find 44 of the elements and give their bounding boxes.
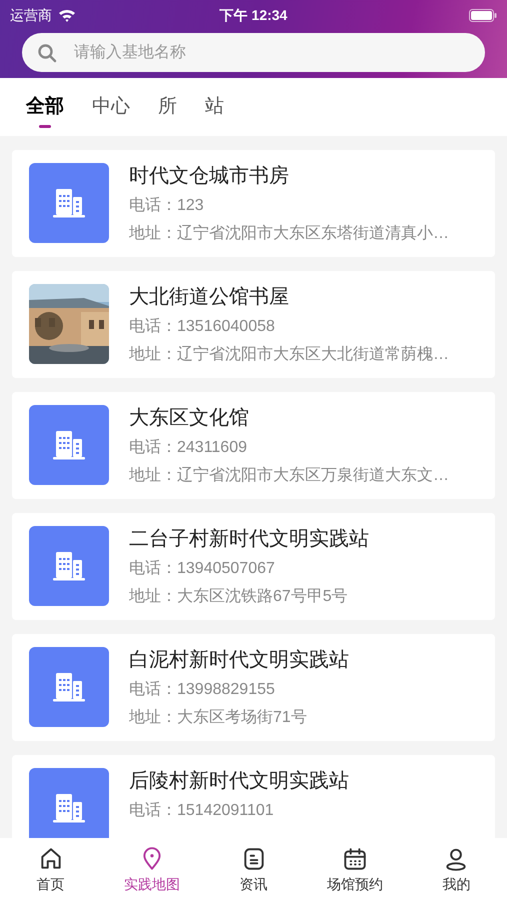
clock-time: 下午 12:34 xyxy=(220,6,288,24)
venue-address: 地址：辽宁省沈阳市大东区东塔街道清真小… xyxy=(129,224,449,244)
venue-name: 大北街道公馆书屋 xyxy=(129,285,290,310)
building-icon xyxy=(52,671,86,703)
venue-name: 时代文仓城市书房 xyxy=(129,164,290,189)
search-field[interactable]: 请输入基地名称 xyxy=(22,33,485,72)
venue-phone: 电话：123 xyxy=(129,196,205,216)
building-icon xyxy=(52,792,86,824)
venue-phone: 电话：13940507067 xyxy=(129,558,276,579)
nav-tab[interactable]: 场馆预约 xyxy=(304,838,406,900)
venue-address: 地址：大东区沈铁路67号甲5号 xyxy=(129,586,349,607)
category-tab[interactable]: 所 xyxy=(158,94,177,130)
nav-tab[interactable]: 实践地图 xyxy=(101,838,203,900)
building-icon xyxy=(52,429,86,461)
venue-card[interactable]: 大北街道公馆书屋 电话：13516040058 地址：辽宁省沈阳市大东区大北街道常荫槐… xyxy=(12,271,495,378)
category-tab[interactable]: 全部 xyxy=(26,94,64,130)
battery-icon xyxy=(469,8,497,22)
nav-tab[interactable]: 首页 xyxy=(0,838,102,900)
venue-address: 地址：辽宁省沈阳市大东区万泉街道大东文… xyxy=(129,466,449,486)
venue-name: 白泥村新时代文明实践站 xyxy=(129,648,349,673)
wifi-icon xyxy=(58,8,76,22)
carrier-label: 运营商 xyxy=(10,6,52,24)
nav-tab[interactable]: 资讯 xyxy=(202,838,304,900)
category-tab[interactable]: 站 xyxy=(205,94,224,130)
venue-card[interactable]: 白泥村新时代文明实践站 电话：13998829155 地址：大东区考场街71号 xyxy=(12,634,495,741)
venue-card[interactable]: 二台子村新时代文明实践站 电话：13940507067 地址：大东区沈铁路67号甲5号 xyxy=(12,513,495,620)
building-icon xyxy=(52,550,86,582)
calendar-icon xyxy=(342,846,368,872)
category-tab[interactable]: 中心 xyxy=(92,94,130,130)
venue-name: 大东区文化馆 xyxy=(129,406,250,431)
venue-phone: 电话：13516040058 xyxy=(129,316,276,337)
venue-card[interactable]: 后陵村新时代文明实践站 电话：15142091101 xyxy=(12,755,495,838)
venue-card[interactable]: 大东区文化馆 电话：24311609 地址：辽宁省沈阳市大东区万泉街道大东文… xyxy=(12,392,495,499)
venue-name: 二台子村新时代文明实践站 xyxy=(129,527,369,552)
venue-address: 地址：辽宁省沈阳市大东区大北街道常荫槐… xyxy=(129,344,449,365)
venue-address: 地址：大东区考场街71号 xyxy=(129,708,308,728)
building-icon xyxy=(52,187,86,219)
venue-name: 后陵村新时代文明实践站 xyxy=(129,769,349,794)
venue-phone: 电话：24311609 xyxy=(129,438,248,458)
venue-phone: 电话：15142091101 xyxy=(129,800,275,821)
venue-phone: 电话：13998829155 xyxy=(129,680,276,700)
venue-card[interactable]: 时代文仓城市书房 电话：123 地址：辽宁省沈阳市大东区东塔街道清真小… xyxy=(12,150,495,257)
nav-tab[interactable]: 我的 xyxy=(406,838,507,900)
search-icon xyxy=(37,43,57,63)
